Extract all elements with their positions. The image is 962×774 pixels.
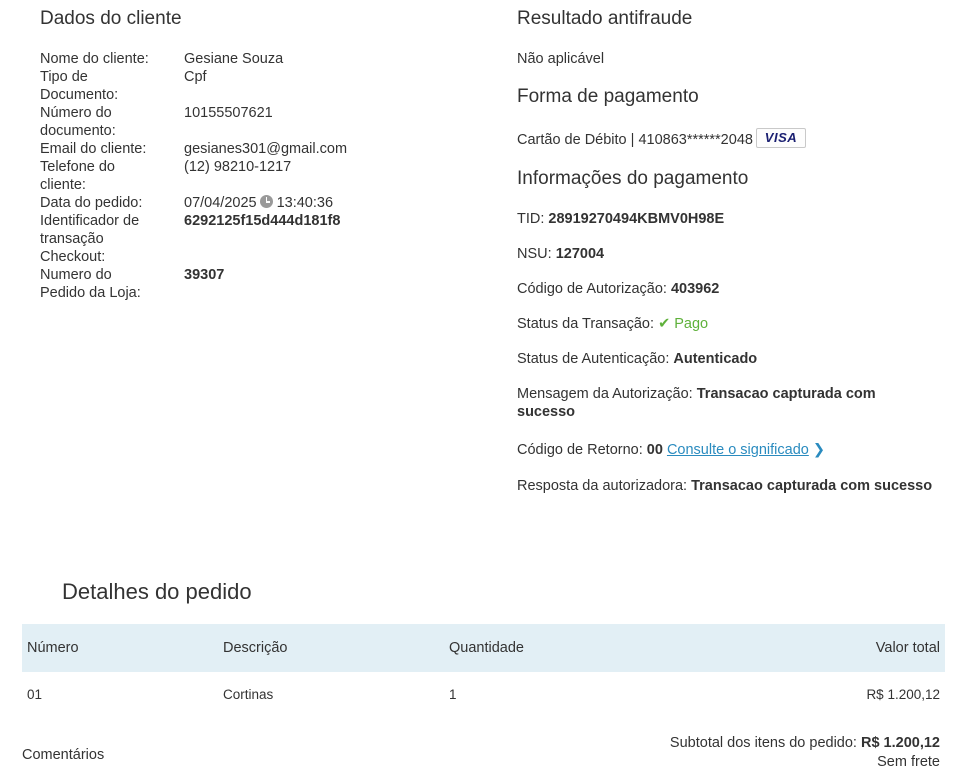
transaction-id-row: Identificador de transação Checkout: 62921… bbox=[40, 212, 480, 266]
col-number: Número bbox=[27, 640, 79, 656]
doc-type-value: Cpf bbox=[184, 69, 207, 85]
doc-number-value: 10155507621 bbox=[184, 105, 273, 121]
authorizer-response-row: Resposta da autorizadora: Transacao capt… bbox=[517, 478, 933, 494]
client-name-row: Nome do cliente: Gesiane Souza bbox=[40, 50, 480, 68]
payment-section: Resultado antifraude Não aplicável Forma… bbox=[517, 8, 937, 495]
shipping-value: Sem frete bbox=[877, 754, 940, 770]
client-name-label: Nome do cliente: bbox=[40, 51, 149, 67]
antifraud-title: Resultado antifraude bbox=[517, 8, 693, 29]
auth-status-row: Status de Autenticação: Autenticado bbox=[517, 351, 758, 367]
row-description: Cortinas bbox=[223, 687, 274, 702]
email-value: gesianes301@gmail.com bbox=[184, 141, 348, 157]
authorizer-response-value: Transacao capturada com sucesso bbox=[691, 478, 933, 494]
tid-row: TID: 28919270494KBMV0H98E bbox=[517, 211, 725, 227]
order-details-title: Detalhes do pedido bbox=[62, 579, 252, 604]
return-code-link[interactable]: Consulte o significado bbox=[667, 442, 809, 458]
check-icon: ✔ bbox=[658, 316, 671, 332]
client-section: Dados do cliente Nome do cliente: Gesian… bbox=[40, 8, 480, 302]
client-name-value: Gesiane Souza bbox=[184, 51, 284, 67]
return-code-value: 00 bbox=[646, 442, 663, 458]
payment-method-value: Cartão de Débito | 410863******2048 bbox=[517, 132, 753, 148]
nsu-value: 127004 bbox=[555, 246, 605, 262]
nsu-row: NSU: 127004 bbox=[517, 246, 605, 262]
subtotal-value: R$ 1.200,12 bbox=[860, 735, 940, 751]
payment-method-row: Cartão de Débito | 410863******2048 VISA bbox=[517, 128, 937, 149]
email-label: Email do cliente: bbox=[40, 141, 147, 157]
order-date-label: Data do pedido: bbox=[40, 195, 143, 211]
chevron-right-icon[interactable]: ❯ bbox=[813, 442, 825, 458]
phone-row: Telefone do cliente: (12) 98210-1217 bbox=[40, 158, 480, 194]
col-description: Descrição bbox=[223, 640, 288, 656]
auth-code-row: Código de Autorização: 403962 bbox=[517, 281, 720, 297]
order-time: 13:40:36 bbox=[276, 195, 334, 211]
order-table-header: Número Descrição Quantidade Valor total bbox=[22, 624, 945, 672]
client-title: Dados do cliente bbox=[40, 8, 182, 29]
col-quantity: Quantidade bbox=[449, 640, 524, 656]
auth-status-value: Autenticado bbox=[673, 351, 758, 367]
email-row: Email do cliente: gesianes301@gmail.com bbox=[40, 140, 480, 158]
store-order-value: 39307 bbox=[184, 267, 225, 283]
doc-type-label: Tipo de Documento: bbox=[40, 69, 119, 103]
transaction-id-value: 6292125f15d444d181f8 bbox=[184, 213, 341, 229]
payment-method-title: Forma de pagamento bbox=[517, 86, 699, 107]
order-date-value: 07/04/2025 13:40:36 bbox=[184, 194, 480, 212]
order-date-row: Data do pedido: 07/04/2025 13:40:36 bbox=[40, 194, 480, 212]
tid-value: 28919270494KBMV0H98E bbox=[548, 211, 725, 227]
phone-label: Telefone do cliente: bbox=[40, 159, 115, 193]
auth-message-row: Mensagem da Autorização: Transacao captu… bbox=[517, 386, 876, 420]
visa-card-icon: VISA bbox=[755, 128, 806, 148]
store-order-label: Numero do Pedido da Loja: bbox=[40, 267, 141, 301]
row-quantity: 1 bbox=[449, 687, 457, 702]
row-total: R$ 1.200,12 bbox=[866, 687, 940, 702]
phone-value: (12) 98210-1217 bbox=[184, 159, 292, 175]
status-row: Status da Transação: ✔ Pago bbox=[517, 316, 709, 332]
table-row: 01 Cortinas 1 R$ 1.200,12 bbox=[22, 672, 945, 718]
store-order-row: Numero do Pedido da Loja: 39307 bbox=[40, 266, 480, 302]
return-code-row: Código de Retorno: 00 Consulte o signifi… bbox=[517, 442, 826, 458]
row-number: 01 bbox=[27, 687, 43, 702]
clock-icon bbox=[259, 195, 273, 208]
client-details: Nome do cliente: Gesiane Souza Tipo de Do… bbox=[40, 50, 480, 302]
order-subtotal: Subtotal dos itens do pedido: R$ 1.200,1… bbox=[670, 734, 940, 772]
antifraud-value: Não aplicável bbox=[517, 51, 605, 67]
payment-info-title: Informações do pagamento bbox=[517, 168, 749, 189]
doc-number-row: Número do documento: 10155507621 bbox=[40, 104, 480, 140]
comments-label: Comentários bbox=[22, 747, 105, 763]
doc-type-row: Tipo de Documento: Cpf bbox=[40, 68, 480, 104]
transaction-id-label: Identificador de transação Checkout: bbox=[40, 213, 140, 265]
order-date: 07/04/2025 bbox=[184, 195, 257, 211]
subtotal-label: Subtotal dos itens do pedido: bbox=[669, 735, 857, 751]
status-value: Pago bbox=[674, 316, 709, 332]
col-total: Valor total bbox=[875, 640, 940, 656]
doc-number-label: Número do documento: bbox=[40, 105, 116, 139]
auth-code-value: 403962 bbox=[670, 281, 720, 297]
